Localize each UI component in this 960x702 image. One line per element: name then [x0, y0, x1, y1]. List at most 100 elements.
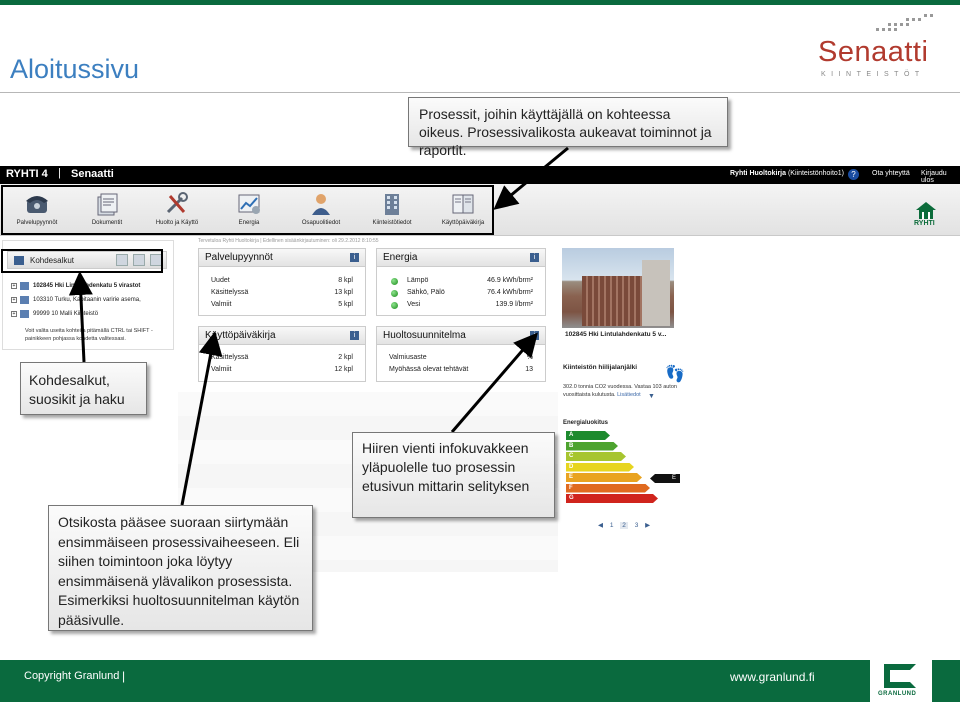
panel-header[interactable]: Palvelupyynnöt i	[199, 249, 365, 267]
download-arrow-icon[interactable]: ▼	[648, 393, 655, 400]
row-value: 13	[525, 366, 533, 373]
user-role: Ryhti Huoltokirja	[730, 170, 787, 177]
info-icon[interactable]: i	[530, 253, 539, 262]
granlund-logo-text: GRANLUND	[878, 691, 917, 697]
panel-row: Käsittelyssä 2 kpl	[199, 354, 365, 366]
property-name[interactable]: 102845 Hki Lintulahdenkatu 5 v...	[565, 331, 666, 338]
footer-separator: |	[122, 669, 126, 683]
row-label: Valmiit	[211, 301, 232, 308]
carbon-footprint-text: 302.0 tonnia CO2 vuodessa. Vastaa 103 au…	[563, 384, 683, 399]
ryhti-logo[interactable]: RYHTI	[914, 200, 938, 230]
app-header: RYHTI 4 | Senaatti Ryhti Huoltokirja (Ki…	[0, 166, 960, 184]
help-icon[interactable]: ?	[848, 169, 859, 180]
row-label: Käsittelyssä	[211, 354, 249, 361]
energy-class-e: E	[566, 473, 642, 482]
panel-row: Sähkö, Pälö 76.4 kWh/brm²	[377, 289, 545, 301]
row-value: 76.4 kWh/brm²	[487, 289, 533, 296]
tree-item-label: 103310 Turku, Kapitaanin varirie asema,	[33, 297, 141, 303]
senaatti-logo: Senaatti KIINTEISTÖT	[818, 14, 943, 80]
row-value: %	[526, 354, 533, 361]
row-value: 139.9 l/brm²	[495, 301, 533, 308]
app-brand: Senaatti	[71, 168, 114, 180]
panel-row: Uudet 8 kpl	[199, 277, 365, 289]
energy-class-g: G	[566, 494, 658, 503]
row-label: Valmiit	[211, 366, 232, 373]
energy-class-title: Energialuokitus	[563, 420, 609, 426]
panel-title[interactable]: Huoltosuunnitelma	[383, 330, 466, 341]
callout-process-menu: Prosessit, joihin käyttäjällä on kohtees…	[408, 97, 728, 158]
granlund-g-icon	[884, 664, 916, 688]
slide-title: Aloitussivu	[10, 54, 140, 84]
panel-row: Valmiusaste%	[377, 354, 545, 366]
row-label: Valmiusaste	[389, 354, 427, 361]
app-separator: |	[58, 167, 61, 179]
carbon-more-link[interactable]: Lisätiedot	[617, 392, 641, 398]
building-facade-graphic	[582, 276, 642, 326]
row-label: Vesi	[407, 301, 421, 308]
app-title: RYHTI 4	[6, 168, 48, 180]
kayttopaivakirja-panel: Käyttöpäiväkirja i Käsittelyssä 2 kpl Valm…	[198, 326, 366, 382]
panel-header[interactable]: Käyttöpäiväkirja i	[199, 327, 365, 345]
logout-link[interactable]: Kirjaudu ulos	[921, 170, 960, 184]
callout-kohdesalkut: Kohdesalkut, suosikit ja haku	[20, 362, 147, 415]
expand-icon[interactable]: +	[11, 297, 17, 303]
huoltosuunnitelma-panel: Huoltosuunnitelma i Valmiusaste% Myöhässä…	[376, 326, 546, 382]
panel-header[interactable]: Huoltosuunnitelma i	[377, 327, 545, 345]
energy-class-f: F	[566, 484, 650, 493]
tree-item[interactable]: +103310 Turku, Kapitaanin varirie asema,	[11, 293, 141, 307]
row-label: Uudet	[211, 277, 230, 284]
row-label: Lämpö	[407, 277, 429, 284]
logo-dots-graphic	[876, 14, 933, 31]
page-3[interactable]: 3	[635, 522, 639, 529]
energy-class-a: A	[566, 431, 610, 440]
energia-panel: Energia i Lämpö 46.9 kWh/brm² Sähkö, Pälö 7…	[376, 248, 546, 316]
row-value: 2 kpl	[338, 354, 353, 361]
callout-infokuvake: Hiiren vienti infokuvakkeen yläpuolelle …	[352, 432, 555, 518]
row-value: 5 kpl	[338, 301, 353, 308]
contact-link[interactable]: Ota yhteyttä	[872, 170, 910, 177]
building-silo-graphic	[642, 260, 670, 326]
next-page-icon[interactable]: ▶	[645, 521, 650, 529]
tree-item[interactable]: +102845 Hki Lintulahdenkatu 5 virastot	[11, 279, 141, 293]
info-icon[interactable]: i	[530, 331, 539, 340]
panel-row: Lämpö 46.9 kWh/brm²	[377, 277, 545, 289]
top-accent-bar	[0, 0, 960, 5]
panel-title[interactable]: Energia	[383, 252, 417, 263]
ryhti-logo-text: RYHTI	[914, 220, 935, 227]
selection-hint: Voit valita useita kohteita pitämällä CT…	[25, 328, 153, 342]
info-icon[interactable]: i	[350, 331, 359, 340]
row-label: Myöhässä olevat tehtävät	[389, 366, 469, 373]
property-tree: +102845 Hki Lintulahdenkatu 5 virastot +…	[11, 279, 141, 321]
palvelupyynnot-panel: Palvelupyynnöt i Uudet 8 kpl Käsittelyssä 1…	[198, 248, 366, 316]
prev-page-icon[interactable]: ◀	[598, 521, 603, 529]
page-2-current[interactable]: 2	[620, 522, 628, 529]
page-1[interactable]: 1	[610, 522, 614, 529]
slide-footer: Copyright Granlund | www.granlund.fi	[0, 660, 960, 702]
tree-item[interactable]: +99999 10 Malli Kiinteistö	[11, 307, 141, 321]
callout-otsikosta: Otsikosta pääsee suoraan siirtymään ensi…	[48, 505, 313, 631]
row-label: Sähkö, Pälö	[407, 289, 445, 296]
panel-row: Käsittelyssä 13 kpl	[199, 289, 365, 301]
info-icon[interactable]: i	[350, 253, 359, 262]
energy-class-c: C	[566, 452, 626, 461]
row-value: 13 kpl	[334, 289, 353, 296]
energy-class-b: B	[566, 442, 618, 451]
granlund-logo: GRANLUND	[870, 660, 932, 702]
logo-subtitle: KIINTEISTÖT	[821, 71, 925, 78]
building-photo	[562, 248, 674, 328]
panel-row: Vesi 139.9 l/brm²	[377, 301, 545, 313]
panel-title[interactable]: Käyttöpäiväkirja	[205, 330, 276, 341]
building-small-icon	[20, 282, 29, 290]
panel-title[interactable]: Palvelupyynnöt	[205, 252, 273, 263]
expand-icon[interactable]: +	[11, 283, 17, 289]
energy-class-d: D	[566, 463, 634, 472]
welcome-breadcrumb: Tervetuloa Ryhti Huoltokirja | Edellinen…	[198, 238, 379, 244]
status-green-icon	[391, 278, 398, 285]
copyright-text: Copyright Granlund	[24, 670, 120, 682]
building-small-icon	[20, 296, 29, 304]
expand-icon[interactable]: +	[11, 311, 17, 317]
footprint-icon: 👣	[665, 366, 685, 383]
panel-header[interactable]: Energia i	[377, 249, 545, 267]
website-link[interactable]: www.granlund.fi	[730, 670, 815, 684]
title-divider	[0, 92, 960, 93]
